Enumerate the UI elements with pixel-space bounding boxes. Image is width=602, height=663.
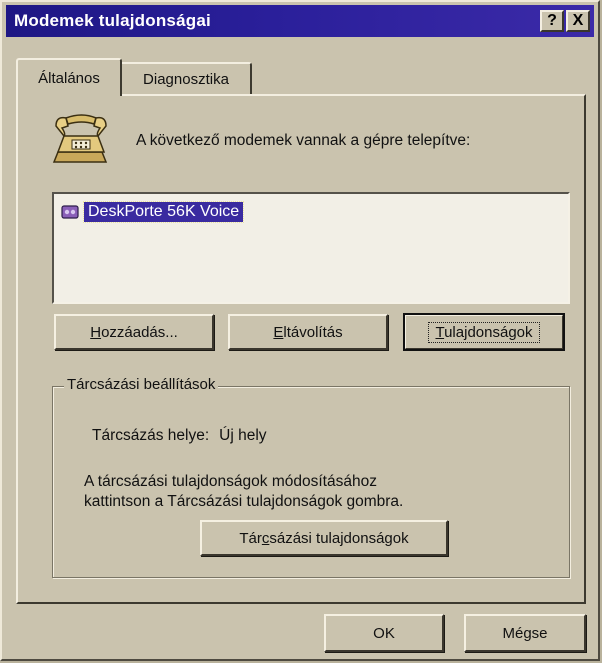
ok-button[interactable]: OK: [324, 614, 444, 652]
help-button[interactable]: ?: [540, 10, 564, 32]
dialing-note-line-1: A tárcsázási tulajdonságok módosításához: [84, 473, 377, 490]
close-button[interactable]: X: [566, 10, 590, 32]
ok-button-label: OK: [373, 624, 395, 642]
dialing-location-value: Új hely: [219, 427, 267, 444]
modem-properties-window: Modemek tulajdonságai ? X Általános Diag…: [0, 0, 600, 661]
dialing-location-label: Tárcsázás helye:: [92, 427, 210, 444]
tab-diagnostics-label: Diagnosztika: [143, 70, 229, 88]
properties-button-label: Tulajdonságok: [428, 321, 540, 343]
list-item[interactable]: DeskPorte 56K Voice: [60, 201, 245, 223]
add-button[interactable]: Hozzáadás...: [54, 314, 214, 350]
dialing-note-line-2: kattintson a Tárcsázási tulajdonságok go…: [84, 493, 404, 510]
cancel-button-label: Mégse: [502, 624, 548, 642]
properties-button[interactable]: Tulajdonságok: [403, 313, 565, 351]
tab-diagnostics[interactable]: Diagnosztika: [122, 62, 252, 94]
remove-button-label: Eltávolítás: [273, 323, 343, 341]
modem-list[interactable]: DeskPorte 56K Voice: [52, 192, 570, 304]
title-bar[interactable]: Modemek tulajdonságai ? X: [6, 5, 594, 37]
dialing-location-row: Tárcsázás helye: Új hely: [92, 427, 267, 445]
tab-general[interactable]: Általános: [16, 58, 122, 96]
dialing-properties-button-label: Tárcsázási tulajdonságok: [239, 529, 409, 547]
modem-icon: [61, 205, 79, 219]
add-button-label: Hozzáadás...: [90, 323, 178, 341]
window-title: Modemek tulajdonságai: [14, 11, 211, 30]
dialing-settings-legend: Tárcsázási beállítások: [64, 376, 219, 393]
tab-general-label: Általános: [38, 69, 100, 87]
installed-modems-label: A következő modemek vannak a gépre telep…: [136, 132, 471, 149]
dialing-properties-button[interactable]: Tárcsázási tulajdonságok: [200, 520, 448, 556]
cancel-button[interactable]: Mégse: [464, 614, 586, 652]
modem-name: DeskPorte 56K Voice: [82, 201, 245, 223]
remove-button[interactable]: Eltávolítás: [228, 314, 388, 350]
telephone-icon: [52, 114, 108, 163]
dialing-note: A tárcsázási tulajdonságok módosításához…: [84, 472, 403, 512]
